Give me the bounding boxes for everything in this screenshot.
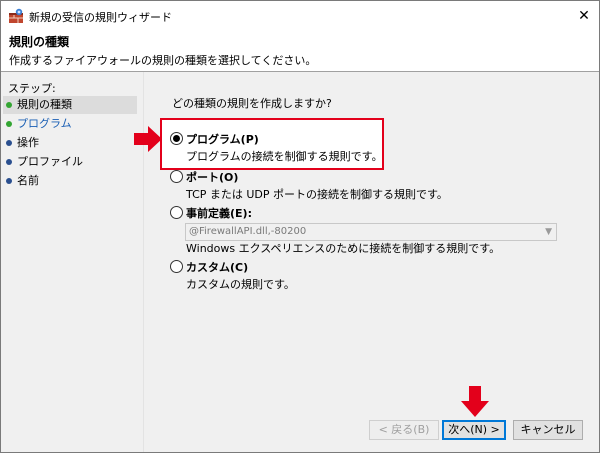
steps-sidebar: ステップ: 規則の種類 プログラム 操作 プロファイル 名前	[1, 72, 144, 452]
option-program-label: プログラム(P)	[186, 133, 259, 146]
main-panel: どの種類の規則を作成しますか? プログラム(P) プログラムの接続を制御する規則…	[134, 72, 599, 452]
close-icon: ✕	[578, 8, 590, 24]
step-pending-bullet-icon	[6, 140, 12, 146]
window-title: 新規の受信の規則ウィザード	[29, 11, 172, 24]
radio-port[interactable]	[170, 170, 183, 183]
step-action: 操作	[3, 134, 137, 152]
option-custom-desc: カスタムの規則です。	[186, 278, 295, 291]
radio-program[interactable]	[170, 132, 183, 145]
radio-custom[interactable]	[170, 260, 183, 273]
step-name: 名前	[3, 172, 137, 190]
wizard-header: 規則の種類 作成するファイアウォールの規則の種類を選択してください。	[1, 31, 599, 71]
step-current-bullet-icon	[6, 121, 12, 127]
predefined-select-value: @FirewallAPI.dll,-80200	[189, 226, 307, 237]
predefined-rule-select[interactable]: @FirewallAPI.dll,-80200 ▼	[185, 223, 557, 241]
step-done-bullet-icon	[6, 102, 12, 108]
option-predefined-label: 事前定義(E):	[186, 207, 252, 220]
step-pending-bullet-icon	[6, 178, 12, 184]
page-subtitle: 作成するファイアウォールの規則の種類を選択してください。	[9, 54, 317, 67]
steps-label: ステップ:	[8, 82, 56, 95]
title-bar: 新規の受信の規則ウィザード ✕	[1, 1, 599, 31]
step-label: プロファイル	[17, 155, 83, 168]
option-program-desc: プログラムの接続を制御する規則です。	[186, 150, 383, 163]
close-button[interactable]: ✕	[569, 1, 599, 31]
step-program: プログラム	[3, 115, 137, 133]
chevron-down-icon: ▼	[545, 227, 552, 237]
step-pending-bullet-icon	[6, 159, 12, 165]
step-label: 名前	[17, 174, 39, 187]
step-label: プログラム	[17, 117, 72, 130]
option-custom-label: カスタム(C)	[186, 261, 249, 274]
step-profile: プロファイル	[3, 153, 137, 171]
option-port-label: ポート(O)	[186, 171, 239, 184]
red-arrow-right-icon	[134, 126, 162, 152]
rule-type-question: どの種類の規則を作成しますか?	[172, 97, 332, 110]
step-label: 規則の種類	[17, 98, 72, 111]
step-label: 操作	[17, 136, 39, 149]
step-rule-type: 規則の種類	[3, 96, 137, 114]
next-button[interactable]: 次へ(N) >	[442, 420, 506, 440]
firewall-app-icon	[9, 8, 23, 23]
option-port-desc: TCP または UDP ポートの接続を制御する規則です。	[186, 188, 448, 201]
back-button[interactable]: < 戻る(B)	[369, 420, 439, 440]
page-title: 規則の種類	[9, 35, 70, 49]
option-predefined-desc: Windows エクスペリエンスのために接続を制御する規則です。	[186, 242, 501, 255]
radio-predefined[interactable]	[170, 206, 183, 219]
cancel-button[interactable]: キャンセル	[513, 420, 583, 440]
red-arrow-down-icon	[461, 386, 489, 417]
wizard-window: 新規の受信の規則ウィザード ✕ 規則の種類 作成するファイアウォールの規則の種類…	[0, 0, 600, 453]
